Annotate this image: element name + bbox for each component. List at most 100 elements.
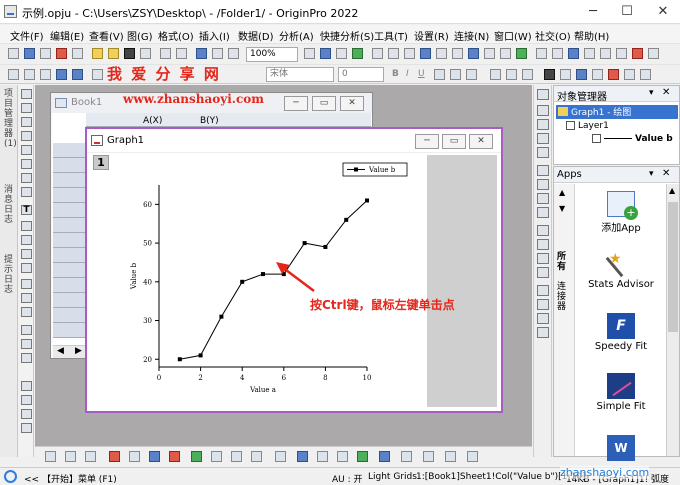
add-text-icon[interactable]	[436, 48, 447, 59]
greek-icon[interactable]	[466, 69, 477, 80]
zoom-tool-icon[interactable]	[21, 103, 32, 113]
layout-tool-12-icon[interactable]	[537, 327, 549, 338]
new-layout-icon[interactable]	[420, 48, 431, 59]
bold-icon[interactable]: B	[392, 69, 399, 79]
panel-close-icon[interactable]: ✕	[662, 87, 670, 98]
tree-graph-node[interactable]: Graph1 - 绘图	[556, 105, 678, 119]
minimize-button[interactable]: ─	[576, 0, 610, 24]
window-icon[interactable]	[304, 48, 315, 59]
new-workbook-icon[interactable]	[24, 48, 35, 59]
tree-plot-node[interactable]: Value b	[592, 134, 673, 144]
graph-tool-2-icon[interactable]	[537, 119, 549, 130]
layout-tool-4-icon[interactable]	[537, 207, 549, 218]
code-builder-icon[interactable]	[336, 48, 347, 59]
import-icon[interactable]	[160, 48, 171, 59]
apps-tab-all[interactable]: 所有	[557, 252, 571, 272]
script-window-icon[interactable]	[320, 48, 331, 59]
app-speedy-fit[interactable]: F Speedy Fit	[576, 313, 666, 352]
new-matrix-icon[interactable]	[40, 48, 51, 59]
anchor-icon[interactable]	[21, 353, 32, 363]
layout-tool-2-icon[interactable]	[537, 179, 549, 190]
contour-plot-icon[interactable]	[231, 451, 242, 462]
menu-connect[interactable]: 连接(N)	[454, 28, 489, 43]
cut-icon[interactable]	[8, 69, 19, 80]
merge-icon[interactable]	[21, 325, 32, 335]
mask-icon[interactable]	[552, 48, 563, 59]
project-explorer-icon[interactable]	[372, 48, 383, 59]
column-plot-icon[interactable]	[109, 451, 120, 462]
layer-icon[interactable]	[404, 48, 415, 59]
region-icon[interactable]	[568, 48, 579, 59]
menu-social[interactable]: 社交(O)	[535, 28, 571, 43]
fill-color-icon[interactable]	[576, 69, 587, 80]
apps-pin-icon[interactable]: ▾	[649, 169, 654, 179]
font-select[interactable]: 宋体	[266, 67, 334, 82]
data-reader-icon[interactable]	[484, 48, 495, 59]
send-graph-icon[interactable]	[632, 48, 643, 59]
new-graph-icon[interactable]	[56, 48, 67, 59]
graph1-titlebar[interactable]: Graph1 ─ ▭ ✕	[87, 129, 501, 153]
scale-tool-icon[interactable]	[21, 117, 32, 127]
surface-icon[interactable]	[379, 451, 390, 462]
polar-plot-icon[interactable]	[211, 451, 222, 462]
line-symbol-icon[interactable]	[85, 451, 96, 462]
graph1-restore-button[interactable]: ▭	[442, 134, 466, 149]
data-reader-tool-icon[interactable]	[21, 145, 32, 155]
layout-tool-6-icon[interactable]	[537, 239, 549, 250]
apps-tab-connectors[interactable]: 连接器	[557, 282, 571, 312]
color-bar-icon[interactable]	[21, 381, 32, 391]
menu-help[interactable]: 帮助(H)	[574, 28, 609, 43]
zoom-icon[interactable]	[468, 48, 479, 59]
scroll-right-icon[interactable]: ▶	[75, 346, 82, 356]
menu-analysis[interactable]: 分析(A)	[279, 28, 314, 43]
menu-insert[interactable]: 插入(I)	[199, 28, 230, 43]
3d-plot-icon[interactable]	[251, 451, 262, 462]
maximize-button[interactable]: ☐	[610, 0, 644, 24]
statistics-icon[interactable]	[584, 48, 595, 59]
font-color-icon[interactable]	[608, 69, 619, 80]
rectangle-tool-icon[interactable]	[21, 263, 32, 273]
freehand-icon[interactable]	[21, 279, 32, 289]
copy-icon[interactable]	[24, 69, 35, 80]
tree-layer-node[interactable]: Layer1	[566, 121, 609, 131]
print-icon[interactable]	[176, 48, 187, 59]
menu-view[interactable]: 查看(V)	[89, 28, 124, 43]
apps-scroll-up-icon[interactable]: ▲	[559, 188, 565, 197]
export-icon[interactable]	[616, 48, 627, 59]
plot-checkbox[interactable]	[592, 134, 601, 143]
ternary-icon[interactable]	[401, 451, 412, 462]
template-icon[interactable]	[297, 451, 308, 462]
layer-tool-icon[interactable]	[21, 339, 32, 349]
menu-tools[interactable]: 工具(T)	[374, 28, 408, 43]
menu-graph[interactable]: 图(G)	[127, 28, 153, 43]
scatter-plot-icon[interactable]	[65, 451, 76, 462]
layout-tool-5-icon[interactable]	[537, 225, 549, 236]
layer-number-badge[interactable]: 1	[93, 155, 109, 170]
menu-file[interactable]: 文件(F)	[10, 28, 44, 43]
refresh-icon[interactable]	[196, 48, 207, 59]
line-plot-icon[interactable]	[45, 451, 56, 462]
menu-quick-analysis[interactable]: 快捷分析(S)	[320, 28, 374, 43]
arrow-tool-icon[interactable]	[21, 221, 32, 231]
fill-tool-icon[interactable]	[21, 409, 32, 419]
polygon-tool-icon[interactable]	[21, 307, 32, 317]
open-icon[interactable]	[92, 48, 103, 59]
text-tool-icon[interactable]: T	[21, 205, 32, 215]
app-word[interactable]: W	[576, 435, 666, 463]
status-au[interactable]: AU : 开	[332, 472, 363, 485]
results-log-icon[interactable]	[352, 48, 363, 59]
tab-hint-log[interactable]: 提示日志	[4, 255, 14, 295]
graph-tool-1-icon[interactable]	[537, 105, 549, 116]
underline-icon[interactable]: U	[418, 69, 425, 79]
line-tool-icon[interactable]	[21, 249, 32, 259]
search-icon[interactable]	[4, 470, 17, 483]
pattern-tool-icon[interactable]	[21, 395, 32, 405]
status-start-menu[interactable]: << 【开始】菜单 (F1)	[24, 472, 117, 485]
symbol-size-icon[interactable]	[640, 69, 651, 80]
column-header-b[interactable]: B(Y)	[200, 116, 219, 126]
graph-tool-3-icon[interactable]	[537, 133, 549, 144]
box-plot-icon[interactable]	[337, 451, 348, 462]
app-add[interactable]: + 添加App	[576, 191, 666, 234]
close-button[interactable]: ✕	[646, 0, 680, 24]
stack-plot-icon[interactable]	[149, 451, 160, 462]
